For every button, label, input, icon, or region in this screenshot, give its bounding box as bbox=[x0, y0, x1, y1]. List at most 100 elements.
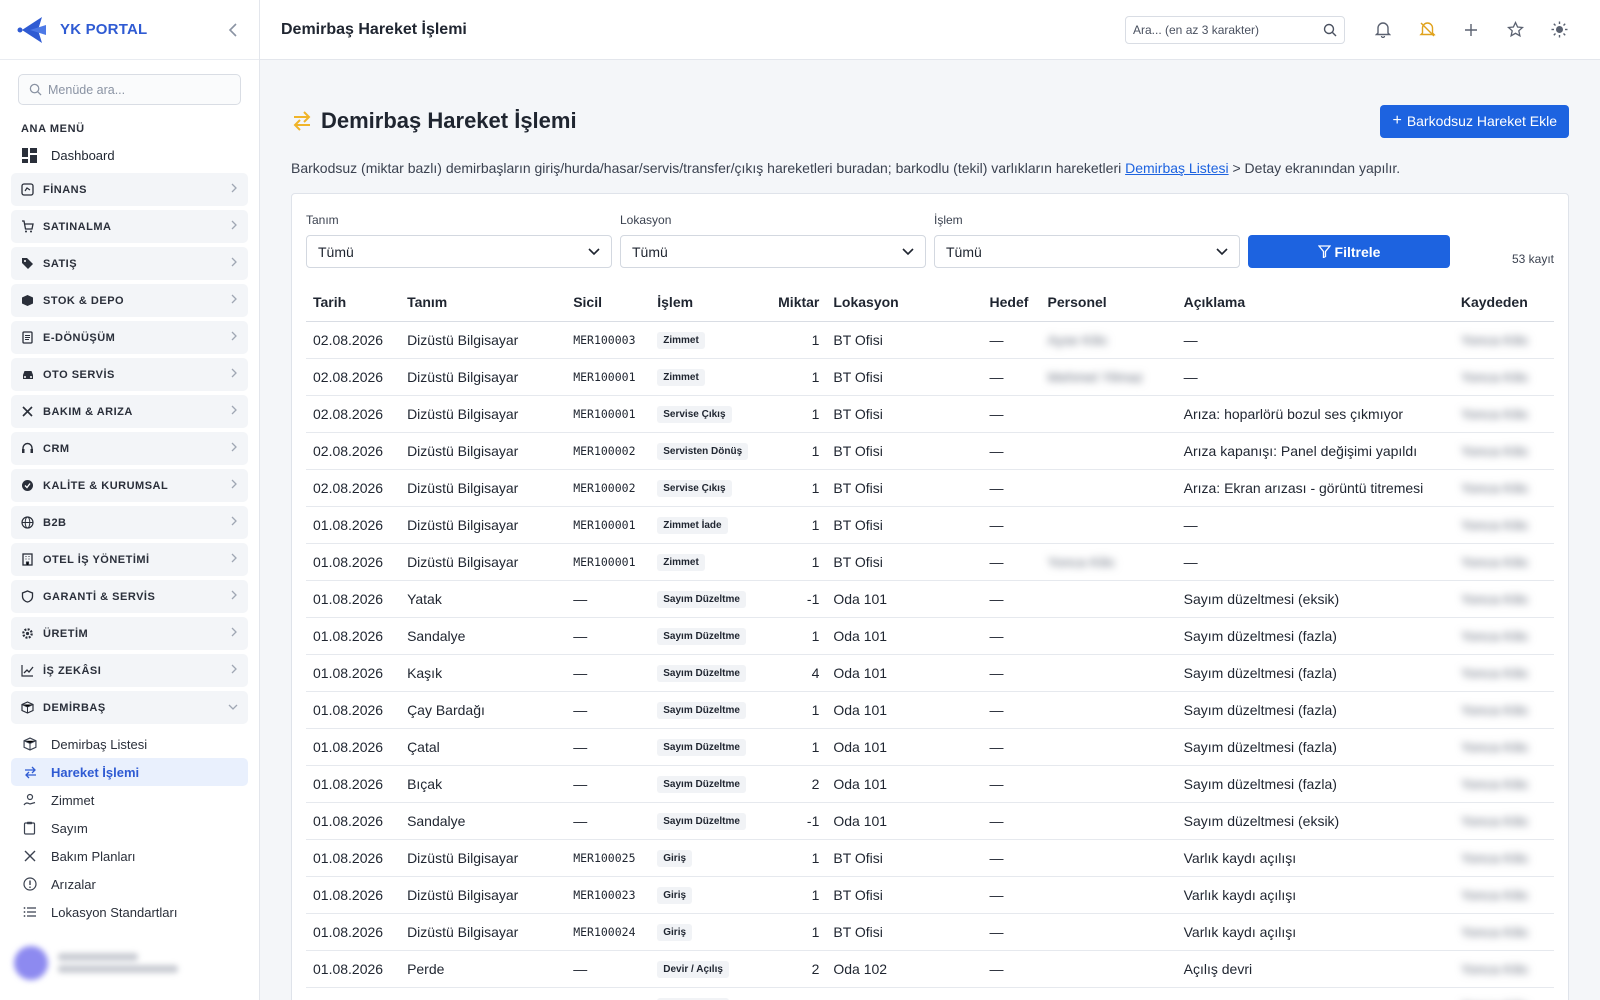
table-row[interactable]: 02.08.2026 Dizüstü Bilgisayar MER100002 Ser… bbox=[306, 432, 1554, 470]
sidebar-item-dashboard[interactable]: Dashboard bbox=[0, 141, 259, 169]
sidebar-group-5[interactable]: OTO SERVİS bbox=[11, 358, 248, 391]
table-row[interactable]: 02.08.2026 Dizüstü Bilgisayar MER100002 Ser… bbox=[306, 469, 1554, 507]
sidebar-subitem-label: Lokasyon Standartları bbox=[51, 904, 178, 920]
table-row[interactable]: 01.08.2026Sandalye—Devir / Açılış1Oda 10… bbox=[306, 987, 1554, 1000]
plus-icon[interactable] bbox=[1451, 10, 1491, 50]
filter-islem-select[interactable]: Tümü bbox=[934, 235, 1240, 268]
cell-tarih: 02.08.2026 bbox=[306, 321, 401, 359]
chevron-right-icon bbox=[231, 368, 238, 381]
operation-badge: Sayım Düzeltme bbox=[657, 813, 746, 830]
table-row[interactable]: 01.08.2026 Perde — Devir / Açılış 2 Oda 102— A… bbox=[306, 950, 1554, 988]
cell-aciklama: Sayım düzeltmesi (fazla) bbox=[1176, 617, 1454, 655]
sidebar-group-2[interactable]: SATIŞ bbox=[11, 247, 248, 280]
sidebar-group-0[interactable]: FİNANS bbox=[11, 173, 248, 206]
notifications-bell-icon[interactable] bbox=[1363, 10, 1403, 50]
sidebar-group-10[interactable]: OTEL İŞ YÖNETİMİ bbox=[11, 543, 248, 576]
filter-tanim-value: Tümü bbox=[318, 243, 354, 260]
asset-list-link[interactable]: Demirbaş Listesi bbox=[1125, 160, 1228, 176]
sidebar-subitem-label: Demirbaş Listesi bbox=[51, 736, 148, 752]
search-icon[interactable] bbox=[1323, 23, 1337, 37]
cell-sicil: MER100002 bbox=[566, 432, 651, 470]
sidebar-group-3[interactable]: STOK & DEPO bbox=[11, 284, 248, 317]
cell-personel bbox=[1040, 839, 1177, 877]
table-row[interactable]: 01.08.2026 Bıçak — Sayım Düzeltme 2 Oda 101— S… bbox=[306, 765, 1554, 803]
table-row[interactable]: 01.08.2026 Sandalye — Sayım Düzeltme -1 Oda 1… bbox=[306, 802, 1554, 840]
sidebar-group-14[interactable]: DEMİRBAŞ bbox=[11, 691, 248, 724]
page-header: Demirbaş Hareket İşlemi + Barkodsuz Hare… bbox=[291, 94, 1569, 148]
sidebar-group-12[interactable]: ÜRETİM bbox=[11, 617, 248, 650]
cell-miktar: 1 bbox=[766, 543, 827, 581]
sidebar-subitem-4[interactable]: Bakım Planları bbox=[11, 842, 248, 870]
column-header[interactable]: Tarih bbox=[306, 284, 401, 322]
table-row[interactable]: 01.08.2026 Dizüstü Bilgisayar MER100001 Zim… bbox=[306, 543, 1554, 581]
menu-search-input[interactable] bbox=[48, 82, 228, 97]
column-header[interactable]: İşlem bbox=[650, 284, 767, 322]
sidebar-subitem-0[interactable]: Demirbaş Listesi bbox=[11, 730, 248, 758]
sidebar-group-11[interactable]: GARANTİ & SERVİS bbox=[11, 580, 248, 613]
sidebar-group-8[interactable]: KALİTE & KURUMSAL bbox=[11, 469, 248, 502]
table-row[interactable]: 02.08.2026 Dizüstü Bilgisayar MER100001 Ser… bbox=[306, 395, 1554, 433]
sidebar-group-9[interactable]: B2B bbox=[11, 506, 248, 539]
headset-icon bbox=[21, 442, 37, 455]
column-header[interactable]: Personel bbox=[1040, 284, 1177, 322]
operation-badge: Servisten Dönüş bbox=[657, 443, 749, 460]
column-header[interactable]: Lokasyon bbox=[826, 284, 983, 322]
column-header[interactable]: Sicil bbox=[566, 284, 651, 322]
sidebar-group-4[interactable]: E-DÖNÜŞÜM bbox=[11, 321, 248, 354]
cell-sicil: MER100001 bbox=[566, 395, 651, 433]
cell-miktar: -1 bbox=[766, 802, 827, 840]
globe-icon bbox=[21, 516, 37, 529]
sidebar-group-1[interactable]: SATINALMA bbox=[11, 210, 248, 243]
table-row[interactable]: 01.08.2026 Dizüstü Bilgisayar MER100025 Gir… bbox=[306, 839, 1554, 877]
user-profile[interactable] bbox=[14, 946, 178, 980]
cell-kaydeden: Yonca Kilic bbox=[1453, 580, 1554, 618]
table-row[interactable]: 01.08.2026 Çay Bardağı — Sayım Düzeltme 1 Oda… bbox=[306, 691, 1554, 729]
theme-sun-icon[interactable] bbox=[1539, 10, 1579, 50]
cell-miktar: 1 bbox=[766, 839, 827, 877]
blurred-name: Yonca Kilic bbox=[1460, 738, 1529, 755]
table-row[interactable]: 01.08.2026 Dizüstü Bilgisayar MER100024 Gir… bbox=[306, 913, 1554, 951]
column-header[interactable]: Tanım bbox=[400, 284, 567, 322]
sidebar-subitem-5[interactable]: Arızalar bbox=[11, 870, 248, 898]
sidebar-group-13[interactable]: İŞ ZEKÂSI bbox=[11, 654, 248, 687]
table-row[interactable]: 01.08.2026 Kaşık — Sayım Düzeltme 4 Oda 101— S… bbox=[306, 654, 1554, 692]
table-row[interactable]: 02.08.2026 Dizüstü Bilgisayar MER100001 Zim… bbox=[306, 358, 1554, 396]
cell-islem: Servise Çıkış bbox=[650, 469, 767, 507]
table-row[interactable]: 01.08.2026 Dizüstü Bilgisayar MER100023 Gir… bbox=[306, 876, 1554, 914]
sidebar-group-7[interactable]: CRM bbox=[11, 432, 248, 465]
filter-button[interactable]: Filtrele bbox=[1248, 235, 1450, 268]
cell-personel bbox=[1040, 913, 1177, 951]
add-movement-button[interactable]: + Barkodsuz Hareket Ekle bbox=[1380, 104, 1569, 138]
sidebar-subitem-6[interactable]: Lokasyon Standartları bbox=[11, 898, 248, 926]
cell-aciklama: Arıza: hoparlörü bozul ses çıkmıyor bbox=[1176, 395, 1454, 433]
table-row[interactable]: 01.08.2026 Çatal — Sayım Düzeltme 1 Oda 101— S… bbox=[306, 728, 1554, 766]
filter-lokasyon-select[interactable]: Tümü bbox=[620, 235, 926, 268]
cell-personel bbox=[1040, 580, 1177, 618]
sidebar-subitem-3[interactable]: Sayım bbox=[11, 814, 248, 842]
table-row[interactable]: 01.08.2026 Dizüstü Bilgisayar MER100001 Zim… bbox=[306, 506, 1554, 544]
topbar: Demirbaş Hareket İşlemi bbox=[260, 0, 1600, 60]
column-header[interactable]: Hedef bbox=[982, 284, 1041, 322]
filter-tanim-select[interactable]: Tümü bbox=[306, 235, 612, 268]
mute-bell-icon[interactable] bbox=[1407, 10, 1447, 50]
cell-kaydeden: Yonca Kilic bbox=[1453, 950, 1554, 988]
sidebar-group-6[interactable]: BAKIM & ARIZA bbox=[11, 395, 248, 428]
table-row[interactable]: 01.08.2026 Yatak — Sayım Düzeltme -1 Oda 101—… bbox=[306, 580, 1554, 618]
column-header[interactable]: Kaydeden bbox=[1453, 284, 1554, 322]
cell-tanim: Dizüstü Bilgisayar bbox=[400, 543, 567, 581]
cell-lokasyon: Oda 101 bbox=[826, 617, 983, 655]
table-row[interactable]: 01.08.2026 Sandalye — Sayım Düzeltme 1 Oda 10… bbox=[306, 617, 1554, 655]
star-icon[interactable] bbox=[1495, 10, 1535, 50]
cell-miktar: 4 bbox=[766, 654, 827, 692]
cell-sicil: MER100025 bbox=[566, 839, 651, 877]
table-row[interactable]: 02.08.2026 Dizüstü Bilgisayar MER100003 Zim… bbox=[306, 321, 1554, 359]
column-header[interactable]: Açıklama bbox=[1176, 284, 1454, 322]
column-header[interactable]: Miktar bbox=[766, 284, 827, 322]
chevron-right-icon bbox=[231, 405, 238, 418]
operation-badge: Zimmet bbox=[657, 332, 705, 349]
sidebar-subitem-1[interactable]: Hareket İşlemi bbox=[11, 758, 248, 786]
sidebar-subitem-2[interactable]: Zimmet bbox=[11, 786, 248, 814]
global-search-input[interactable] bbox=[1133, 22, 1323, 37]
collapse-sidebar-icon[interactable] bbox=[223, 20, 243, 40]
cell-personel bbox=[1040, 987, 1177, 1000]
